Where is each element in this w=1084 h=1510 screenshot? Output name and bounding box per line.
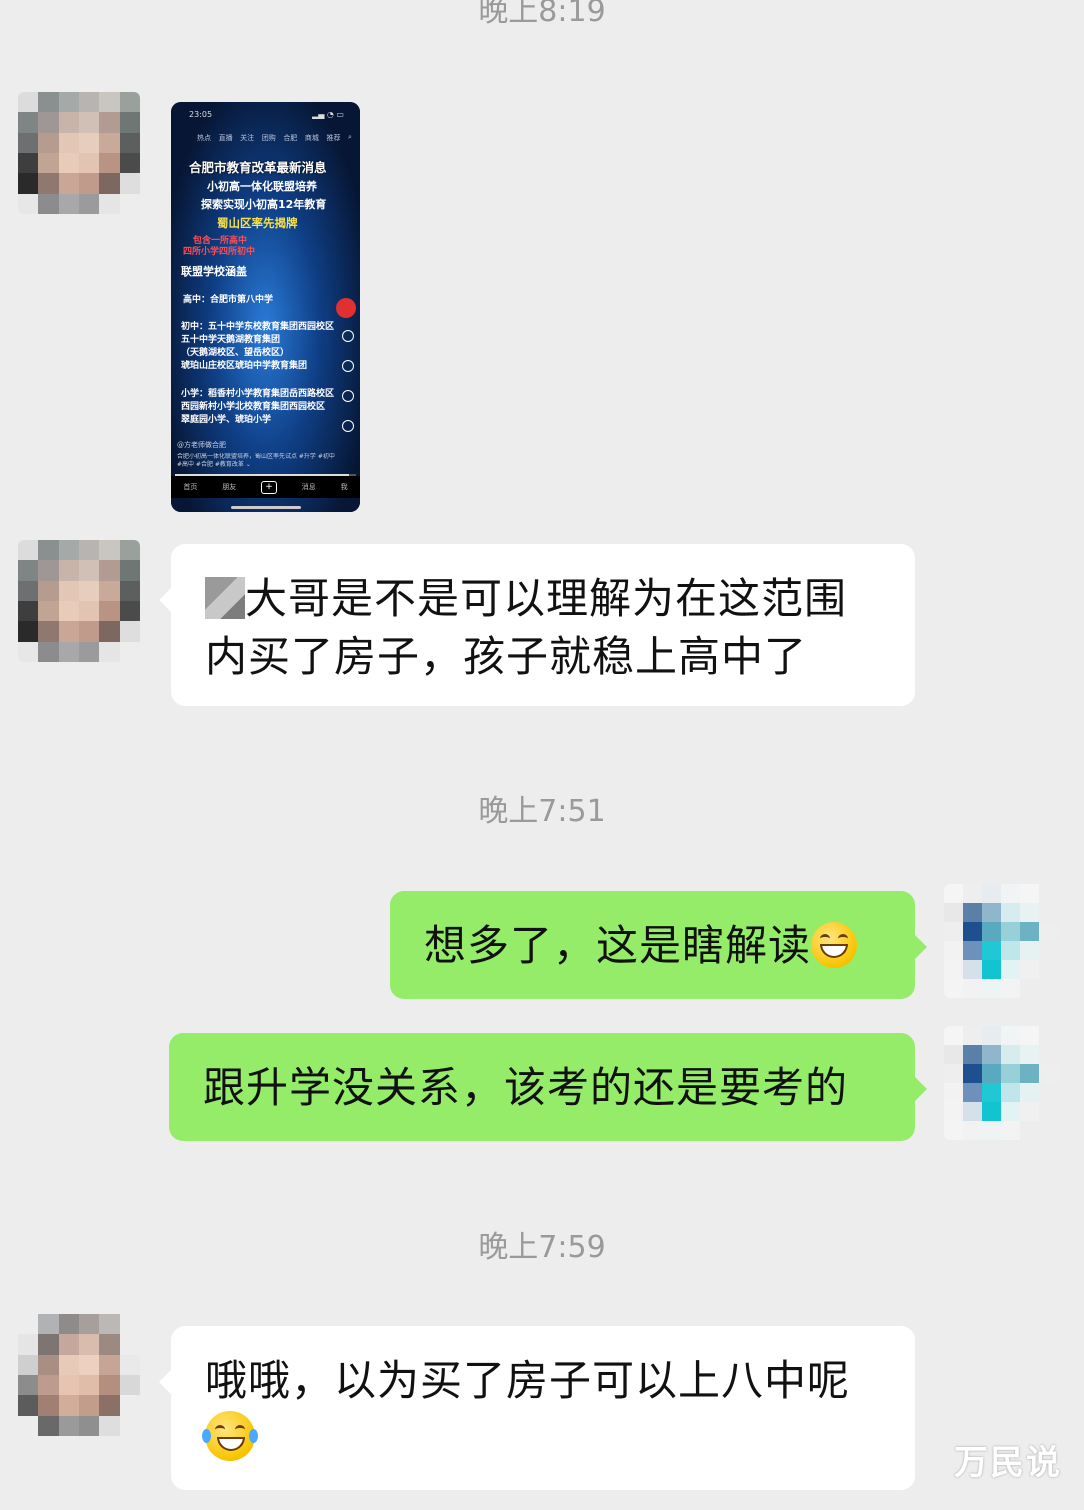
timestamp-751: 晚上7:51: [478, 794, 606, 829]
nav-messages: 消息: [301, 483, 316, 491]
video-line: 西园新村小学北校教育集团西园校区: [181, 402, 326, 412]
favorite-icon: [342, 390, 354, 402]
video-line: 琥珀山庄校区琥珀中学教育集团: [181, 361, 308, 371]
video-bottom-nav: 首页 朋友 + 消息 我: [171, 476, 360, 498]
shared-video-screenshot[interactable]: 23:05 ▂▄ ◔ ▭ 热点 直播 关注 团购 合肥 商城 推荐 ⌕ 合肥市教…: [171, 102, 360, 512]
message-text: 想多了，这是瞎解读: [424, 921, 812, 970]
grin-emoji-icon: [811, 922, 858, 968]
bubble-tail: [915, 1077, 927, 1101]
nav-friends: 朋友: [222, 483, 237, 491]
message-line: 大哥是不是可以理解为在这范围: [205, 570, 881, 628]
message-bubble-incoming[interactable]: 大哥是不是可以理解为在这范围 内买了房子，孩子就稳上高中了: [159, 544, 915, 706]
tab-hefei: 合肥: [283, 134, 298, 142]
message-bubble-outgoing[interactable]: 想多了，这是瞎解读: [390, 891, 927, 999]
nav-home: 首页: [183, 483, 198, 491]
timestamp-759: 晚上7:59: [478, 1230, 606, 1265]
tab-follow: 关注: [240, 134, 255, 142]
contact-avatar[interactable]: [18, 92, 140, 214]
my-avatar[interactable]: [944, 1026, 1058, 1140]
message-bubble-incoming[interactable]: 哦哦，以为买了房子可以上八中呢: [159, 1326, 915, 1490]
video-line: 五十中学天鹅湖教育集团: [181, 335, 281, 345]
watermark: 万民说: [954, 1443, 1062, 1483]
video-author: @方老师做合肥: [177, 441, 226, 449]
video-line: 四所小学四所初中: [183, 247, 256, 257]
video-line: （天鹅湖校区、望岳校区）: [181, 348, 290, 358]
video-line: 小初高一体化联盟培养: [207, 180, 317, 193]
message-line: [202, 1410, 881, 1468]
bubble-tail: [159, 1370, 171, 1394]
comment-icon: [342, 360, 354, 372]
share-icon: [342, 420, 354, 432]
video-line: 探索实现小初高12年教育: [201, 198, 327, 211]
tab-mall: 商城: [304, 134, 319, 142]
message-text: 大哥是不是可以理解为在这范围: [245, 574, 848, 623]
contact-avatar[interactable]: [18, 540, 140, 662]
redacted-name: [205, 577, 245, 619]
video-caption: 合肥小初高一体化联盟培养，蜀山区率先试点 #升学 #初中 #高中 #合肥 #教育…: [177, 453, 335, 468]
signal-battery-icon: ▂▄ ◔ ▭: [312, 110, 344, 119]
video-line: 翠庭园小学、琥珀小学: [181, 415, 272, 425]
nav-me: 我: [340, 483, 348, 491]
tab-groupbuy: 团购: [261, 134, 276, 142]
home-indicator: [231, 506, 301, 509]
contact-avatar[interactable]: [18, 1314, 140, 1436]
message-bubble-outgoing[interactable]: 跟升学没关系，该考的还是要考的: [169, 1033, 927, 1141]
nav-create-icon: +: [260, 480, 277, 494]
search-icon: ⌕: [348, 133, 352, 141]
phone-status-time: 23:05: [189, 110, 213, 119]
like-icon: [342, 330, 354, 342]
bubble-tail: [915, 935, 927, 959]
timestamp-top: 晚上8:19: [478, 0, 606, 29]
bubble-tail: [159, 588, 171, 612]
video-line: 蜀山区率先揭牌: [217, 216, 298, 230]
message-line: 内买了房子，孩子就稳上高中了: [205, 632, 808, 681]
video-line: 初中：五十中学东校教育集团西园校区: [181, 322, 335, 332]
video-line: 高中：合肥市第八中学: [183, 295, 274, 305]
author-avatar-icon: [336, 298, 356, 318]
my-avatar[interactable]: [944, 884, 1058, 998]
cry-laugh-emoji-icon: [202, 1411, 258, 1461]
message-text: 跟升学没关系，该考的还是要考的: [203, 1063, 849, 1112]
tab-live: 直播: [218, 134, 233, 142]
tab-recommend: 推荐: [326, 134, 341, 142]
video-headline: 合肥市教育改革最新消息: [189, 160, 327, 175]
video-app-tabs: 热点 直播 关注 团购 合肥 商城 推荐 ⌕: [197, 133, 352, 143]
video-line: 小学：稻香村小学教育集团岳西路校区: [181, 389, 335, 399]
message-text: 哦哦，以为买了房子可以上八中呢: [205, 1356, 851, 1405]
tab-hot: 热点: [197, 134, 211, 142]
video-line: 联盟学校涵盖: [181, 265, 247, 278]
